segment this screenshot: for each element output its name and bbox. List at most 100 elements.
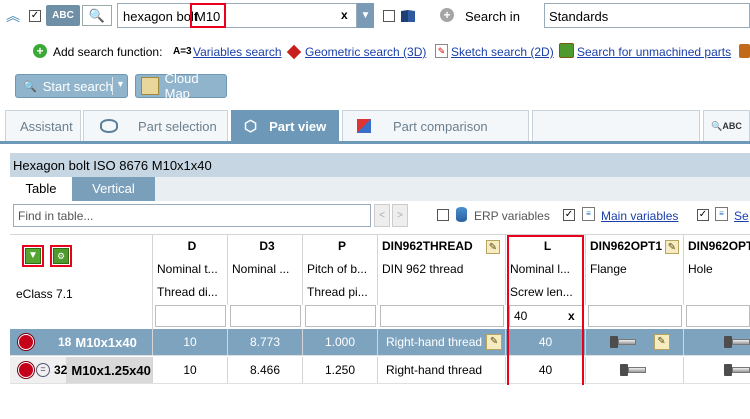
filter-d3[interactable] — [230, 305, 301, 327]
tab-part-comparison[interactable]: Part comparison — [342, 110, 529, 141]
tab-part-comparison-label: Part comparison — [393, 118, 488, 134]
tab-vertical-label: Vertical — [92, 181, 135, 196]
sketch-search-link[interactable]: Sketch search (2D) — [451, 45, 554, 59]
col-d3-desc2 — [228, 281, 302, 304]
collapse-chevron-icon[interactable]: ︽ — [5, 7, 21, 25]
cell-opt1: ✎ — [586, 329, 684, 355]
cloud-map-icon — [141, 77, 159, 95]
chevron-down-icon[interactable]: ▼ — [116, 79, 125, 89]
find-placeholder: Find in table... — [18, 209, 94, 223]
cell-opt — [684, 357, 750, 383]
col-header-din962opt[interactable]: DIN962OPT Hole — [684, 235, 750, 305]
cell-p: 1.250 — [303, 357, 378, 383]
find-prev-button[interactable]: < — [374, 204, 390, 227]
filter-din962opt[interactable] — [686, 305, 750, 327]
search-in-label: Search in — [465, 9, 520, 24]
secondary-checkbox[interactable]: ✓ — [697, 209, 709, 221]
cell-d3: 8.466 — [228, 357, 303, 383]
filter-din962thread[interactable] — [380, 305, 504, 327]
row-name: M10x1x40 — [75, 334, 137, 350]
grid-empty-area — [10, 385, 750, 419]
cell-thread-value: Right-hand thread — [386, 363, 483, 377]
tab-empty[interactable] — [532, 110, 700, 141]
flange-bolt-icon — [609, 336, 636, 348]
cell-thread: Right-hand thread — [378, 357, 506, 383]
row-number: 32 — [54, 363, 68, 377]
add-search-scope-icon[interactable]: + — [440, 8, 454, 22]
secondary-variables-link[interactable]: Se — [734, 209, 749, 223]
text-search-checkbox[interactable]: ✓ — [29, 10, 41, 22]
flange-bolt-icon — [620, 364, 646, 376]
filter-button[interactable]: ▼ — [22, 245, 44, 267]
tab-part-view[interactable]: ⬡ Part view — [231, 110, 339, 141]
part-comparison-icon — [357, 119, 371, 133]
row-marker: = 32 M10x1.25x40 — [10, 357, 153, 383]
more-search-icon — [739, 44, 750, 58]
cell-opt — [684, 329, 750, 355]
filter-icon: ▼ — [25, 248, 41, 264]
variables-search-link[interactable]: Variables search — [193, 45, 282, 59]
cell-thread: Right-hand thread ✎ — [378, 329, 506, 355]
filter-p[interactable] — [305, 305, 376, 327]
catalog-checkbox[interactable] — [383, 10, 395, 22]
tab-bar-line — [0, 141, 750, 144]
unmachined-part-icon — [559, 43, 574, 58]
main-variables-link[interactable]: Main variables — [601, 209, 678, 223]
col-din962opt-desc2 — [684, 281, 750, 304]
grid-header: ▼ ⚙ eClass 7.1 D Nominal t... Thread di.… — [10, 234, 750, 329]
edit-pencil-icon[interactable]: ✎ — [665, 240, 679, 254]
clear-search-button[interactable]: x — [341, 8, 348, 22]
col-header-p[interactable]: P Pitch of b... Thread pi... — [303, 235, 378, 305]
tab-part-selection-label: Part selection — [138, 118, 217, 134]
cell-d: 10 — [153, 329, 228, 355]
col-d-desc2: Thread di... — [157, 285, 218, 299]
search-dropdown-button[interactable]: ▼ — [357, 3, 374, 28]
equals-icon: = — [36, 363, 50, 377]
search-in-field[interactable]: Standards — [544, 3, 750, 28]
erp-variables-checkbox[interactable] — [437, 209, 449, 221]
row-name: M10x1.25x40 — [71, 362, 151, 378]
eclass-header: ▼ ⚙ eClass 7.1 — [10, 235, 153, 329]
main-variables-checkbox[interactable]: ✓ — [563, 209, 575, 221]
geometric-search-link[interactable]: Geometric search (3D) — [305, 45, 426, 59]
cube-icon — [286, 44, 302, 60]
search-input[interactable]: hexagon bolt M10 x — [117, 3, 357, 28]
tab-abc-search[interactable]: 🔍ABC — [703, 110, 750, 141]
col-header-d3[interactable]: D3 Nominal ... — [228, 235, 303, 305]
row-number: 18 — [58, 335, 72, 349]
hole-bolt-icon — [724, 364, 750, 376]
edit-pencil-icon[interactable]: ✎ — [486, 334, 503, 350]
tab-assistant[interactable]: Assistant — [5, 110, 81, 141]
table-row[interactable]: 18 M10x1x40 10 8.773 1.000 Right-hand th… — [10, 329, 750, 356]
table-row[interactable]: = 32 M10x1.25x40 10 8.466 1.250 Right-ha… — [10, 357, 750, 384]
col-d3-title: D3 — [259, 239, 275, 253]
col-p-desc: Pitch of b... — [307, 262, 368, 276]
secondary-icon: ≡ — [715, 207, 728, 221]
cloud-map-button[interactable]: Cloud Map — [135, 71, 227, 101]
tab-table[interactable]: Table — [10, 177, 72, 201]
col-header-din962opt1[interactable]: DIN962OPT1 Flange ✎ — [586, 235, 684, 305]
col-din962thread-desc: DIN 962 thread — [382, 262, 464, 276]
edit-pencil-icon[interactable]: ✎ — [486, 240, 500, 254]
abc-search-toggle[interactable]: ABC — [46, 5, 80, 26]
col-header-din962thread[interactable]: DIN962THREAD DIN 962 thread ✎ — [378, 235, 506, 305]
book-icon[interactable] — [399, 7, 417, 25]
fulltext-search-icon[interactable]: 🔍 — [82, 5, 112, 26]
col-d-title: D — [187, 239, 197, 253]
filter-settings-button[interactable]: ⚙ — [50, 245, 72, 267]
filter-din962opt1[interactable] — [588, 305, 682, 327]
unmachined-search-link[interactable]: Search for unmachined parts — [577, 45, 731, 59]
cell-p: 1.000 — [303, 329, 378, 355]
col-header-d[interactable]: D Nominal t... Thread di... — [153, 235, 228, 305]
filter-d[interactable] — [155, 305, 226, 327]
edit-pencil-icon[interactable]: ✎ — [653, 334, 670, 350]
sketch-icon: ✎ — [435, 44, 448, 58]
l-column-highlight — [507, 235, 584, 387]
find-in-table-input[interactable]: Find in table... — [13, 204, 371, 227]
start-search-button[interactable]: 🔍 Start search ▼ — [15, 74, 128, 98]
tab-part-selection[interactable]: Part selection — [83, 110, 228, 141]
find-next-button[interactable]: > — [392, 204, 408, 227]
tab-vertical[interactable]: Vertical — [72, 177, 155, 201]
search-icon: 🔍 — [23, 80, 37, 93]
abc-search-icon: 🔍ABC — [711, 120, 742, 131]
